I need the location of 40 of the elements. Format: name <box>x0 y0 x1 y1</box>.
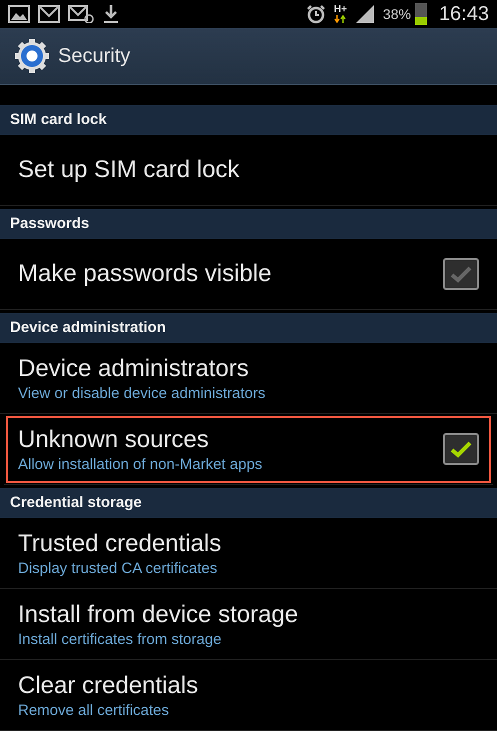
data-arrows-icon <box>334 15 346 23</box>
checkbox[interactable] <box>443 433 479 465</box>
download-icon <box>102 4 120 24</box>
setting-row[interactable]: Clear credentials Remove all certificates <box>0 660 497 731</box>
picture-icon <box>8 5 30 23</box>
setting-title: Trusted credentials <box>18 530 222 558</box>
checkmark-icon <box>450 440 472 458</box>
setting-summary: Remove all certificates <box>18 702 170 718</box>
signal-icon <box>354 4 375 24</box>
section-header: Credential storage <box>0 488 497 518</box>
clock-time: 16:43 <box>438 2 489 26</box>
setting-row[interactable]: Device administrators View or disable device administrators <box>0 343 497 414</box>
setting-title: Install from device storage <box>18 600 300 628</box>
checkbox[interactable] <box>443 258 479 290</box>
alarm-icon <box>306 4 326 24</box>
section-header: Passwords <box>0 209 497 239</box>
setting-row[interactable]: Trusted credentials Display trusted CA certificates <box>0 518 497 589</box>
setting-summary: Display trusted CA certificates <box>18 560 218 576</box>
mail-icon <box>38 5 60 23</box>
battery-icon <box>414 3 427 25</box>
highlighted-setting-row[interactable]: Unknown sources Allow installation of non-Market apps <box>4 414 493 485</box>
setting-title: Unknown sources <box>18 426 210 454</box>
email-icon <box>68 5 94 23</box>
setting-summary: View or disable device administrators <box>18 384 266 402</box>
battery-percent: 38% <box>382 6 411 22</box>
setting-title: Set up SIM card lock <box>18 156 240 184</box>
setting-title: Clear credentials <box>18 672 200 700</box>
screen-title: Security <box>58 44 130 68</box>
settings-icon <box>14 38 50 74</box>
setting-summary: Allow installation of non-Market apps <box>18 456 264 472</box>
setting-row[interactable]: Install from device storage Install certificates from storage <box>0 589 497 660</box>
section-header: Device administration <box>0 313 497 343</box>
setting-row[interactable]: Make passwords visible <box>0 239 497 310</box>
checkmark-icon <box>450 265 472 283</box>
network-type: H+ <box>334 5 347 15</box>
setting-title: Make passwords visible <box>18 260 272 288</box>
section-header: SIM card lock <box>0 105 497 135</box>
setting-summary: Install certificates from storage <box>18 630 222 648</box>
setting-row[interactable]: Set up SIM card lock <box>0 135 497 206</box>
setting-title: Device administrators <box>18 354 250 382</box>
